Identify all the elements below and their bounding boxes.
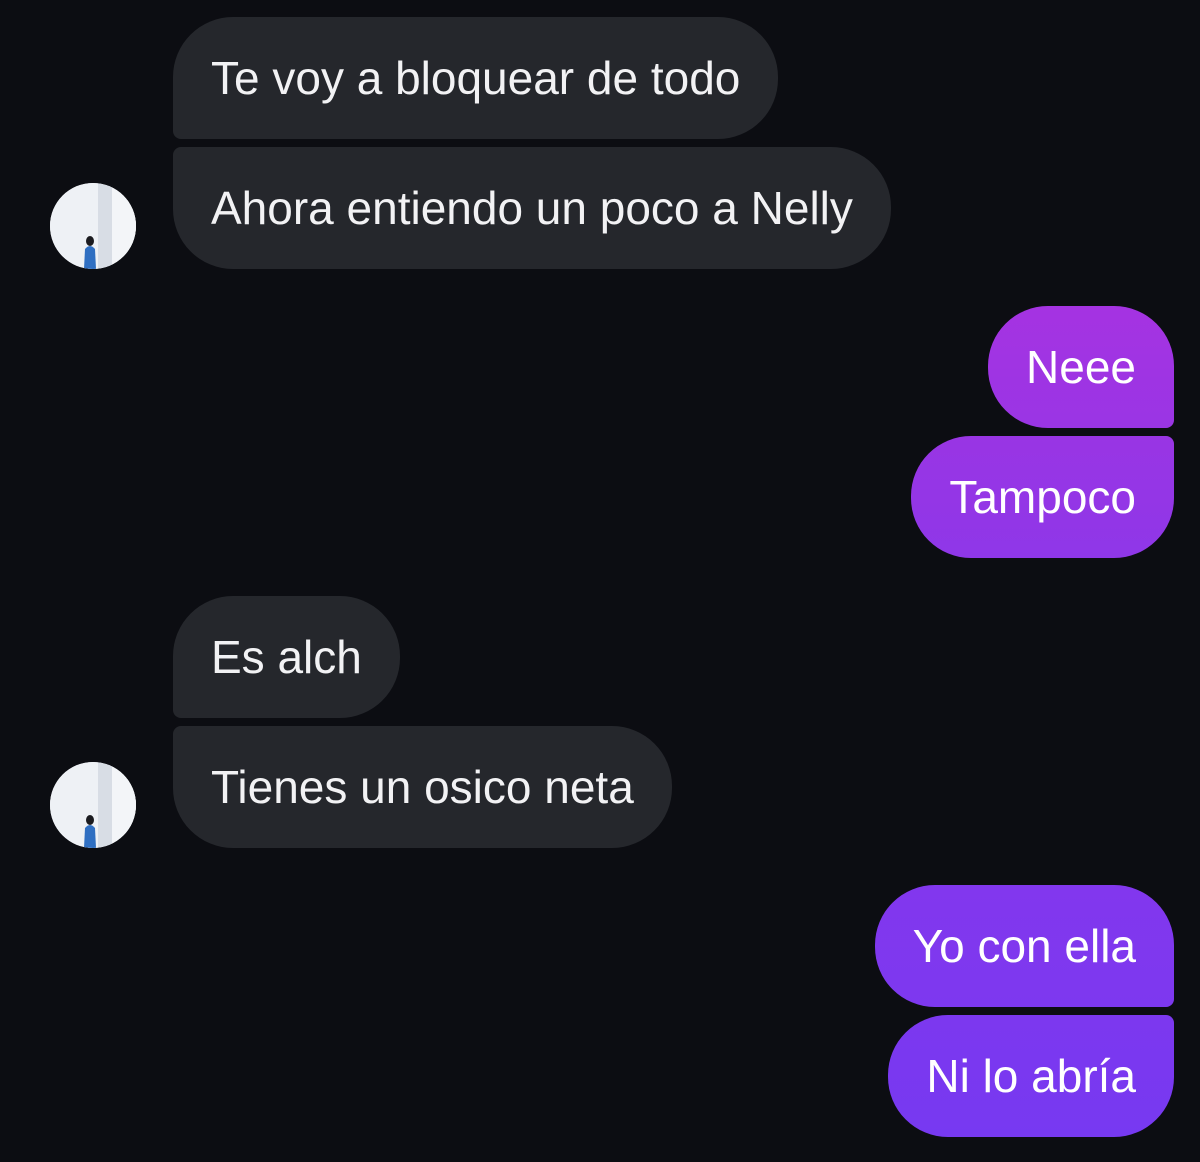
- contact-avatar[interactable]: [50, 762, 136, 848]
- outgoing-message-bubble[interactable]: Neee: [988, 306, 1174, 428]
- message-text: Ni lo abría: [926, 1050, 1136, 1102]
- message-text: Neee: [1026, 341, 1136, 393]
- message-text: Ahora entiendo un poco a Nelly: [211, 182, 853, 234]
- incoming-message-bubble[interactable]: Tienes un osico neta: [173, 726, 672, 848]
- incoming-message-bubble[interactable]: Ahora entiendo un poco a Nelly: [173, 147, 891, 269]
- outgoing-message-bubble[interactable]: Tampoco: [911, 436, 1174, 558]
- outgoing-message-bubble[interactable]: Yo con ella: [874, 885, 1174, 1007]
- incoming-message-bubble[interactable]: Es alch: [173, 596, 400, 718]
- outgoing-message-bubble[interactable]: Ni lo abría: [888, 1015, 1174, 1137]
- message-text: Yo con ella: [912, 920, 1136, 972]
- message-text: Te voy a bloquear de todo: [211, 52, 741, 104]
- message-text: Tampoco: [949, 471, 1136, 523]
- message-text: Es alch: [211, 631, 362, 683]
- avatar-photo-icon: [50, 183, 136, 269]
- message-text: Tienes un osico neta: [211, 761, 634, 813]
- avatar-photo-icon: [50, 762, 136, 848]
- contact-avatar[interactable]: [50, 183, 136, 269]
- incoming-message-bubble[interactable]: Te voy a bloquear de todo: [173, 17, 779, 139]
